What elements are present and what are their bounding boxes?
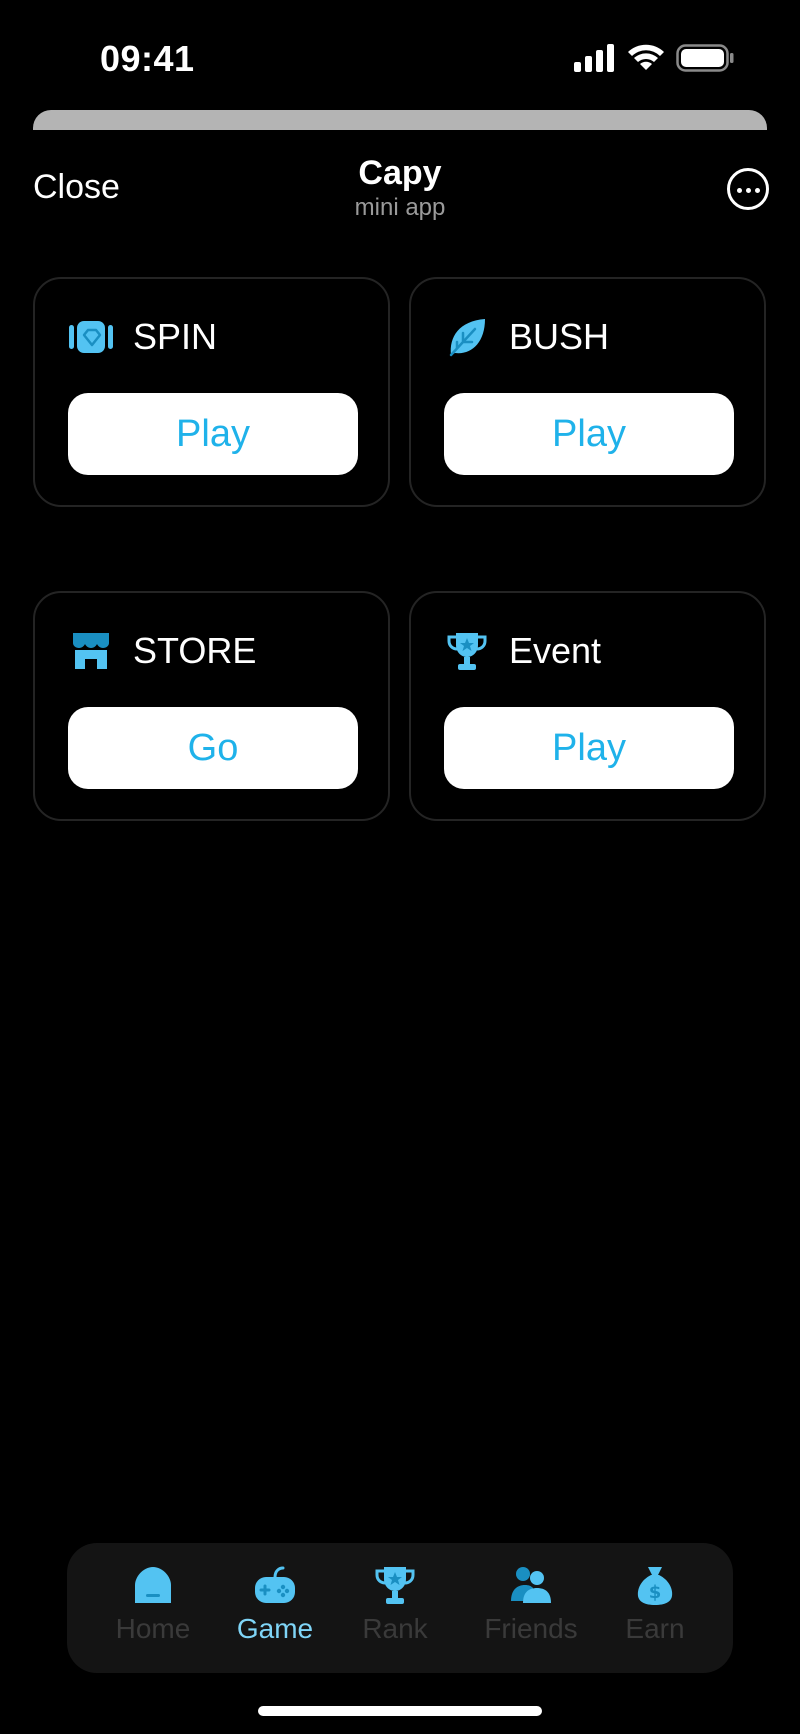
card-title: STORE (133, 630, 257, 671)
tab-label: Rank (362, 1613, 428, 1644)
tab-home[interactable]: Home (93, 1543, 213, 1673)
bush-play-button[interactable]: Play (444, 393, 734, 475)
card-spin: SPIN Play (33, 277, 390, 507)
leaf-icon (449, 319, 485, 357)
card-store: STORE Go (33, 591, 390, 821)
signal-icon (574, 44, 614, 72)
home-indicator[interactable] (258, 1706, 542, 1716)
trophy-icon (447, 633, 487, 670)
card-event: Event Play (409, 591, 766, 821)
card-title: Event (509, 630, 602, 671)
tab-earn[interactable]: $ Earn (595, 1543, 715, 1673)
wifi-icon (628, 44, 664, 70)
tab-game[interactable]: Game (215, 1543, 335, 1673)
bottom-tab-bar: Home Game Rank Friends $ Earn (67, 1543, 733, 1673)
friends-icon (511, 1567, 551, 1603)
tab-label: Earn (625, 1613, 685, 1644)
mini-app-header: Close Capy mini app (0, 140, 800, 250)
app-title: Capy (358, 154, 442, 192)
card-bush: BUSH Play (409, 277, 766, 507)
status-time: 09:41 (100, 38, 195, 79)
tab-label: Home (115, 1613, 191, 1644)
gamepad-icon (255, 1566, 295, 1603)
tab-label: Friends (484, 1613, 578, 1644)
event-play-button[interactable]: Play (444, 707, 734, 789)
card-title: BUSH (509, 316, 610, 357)
money-bag-icon: $ (637, 1567, 673, 1605)
svg-text:$: $ (649, 1582, 662, 1603)
tab-rank[interactable]: Rank (335, 1543, 455, 1673)
spin-play-button[interactable]: Play (68, 393, 358, 475)
sheet-handle[interactable] (33, 110, 767, 130)
home-icon (135, 1567, 171, 1603)
battery-icon (676, 44, 734, 72)
store-icon (73, 633, 109, 669)
trophy-icon (375, 1567, 415, 1604)
tab-friends[interactable]: Friends (463, 1543, 599, 1673)
store-go-button[interactable]: Go (68, 707, 358, 789)
spin-icon (69, 321, 113, 353)
tab-label: Game (236, 1613, 314, 1644)
app-subtitle: mini app (354, 194, 446, 221)
card-title: SPIN (133, 316, 218, 357)
more-options-button[interactable] (727, 168, 769, 210)
status-bar: 09:41 (0, 0, 800, 110)
